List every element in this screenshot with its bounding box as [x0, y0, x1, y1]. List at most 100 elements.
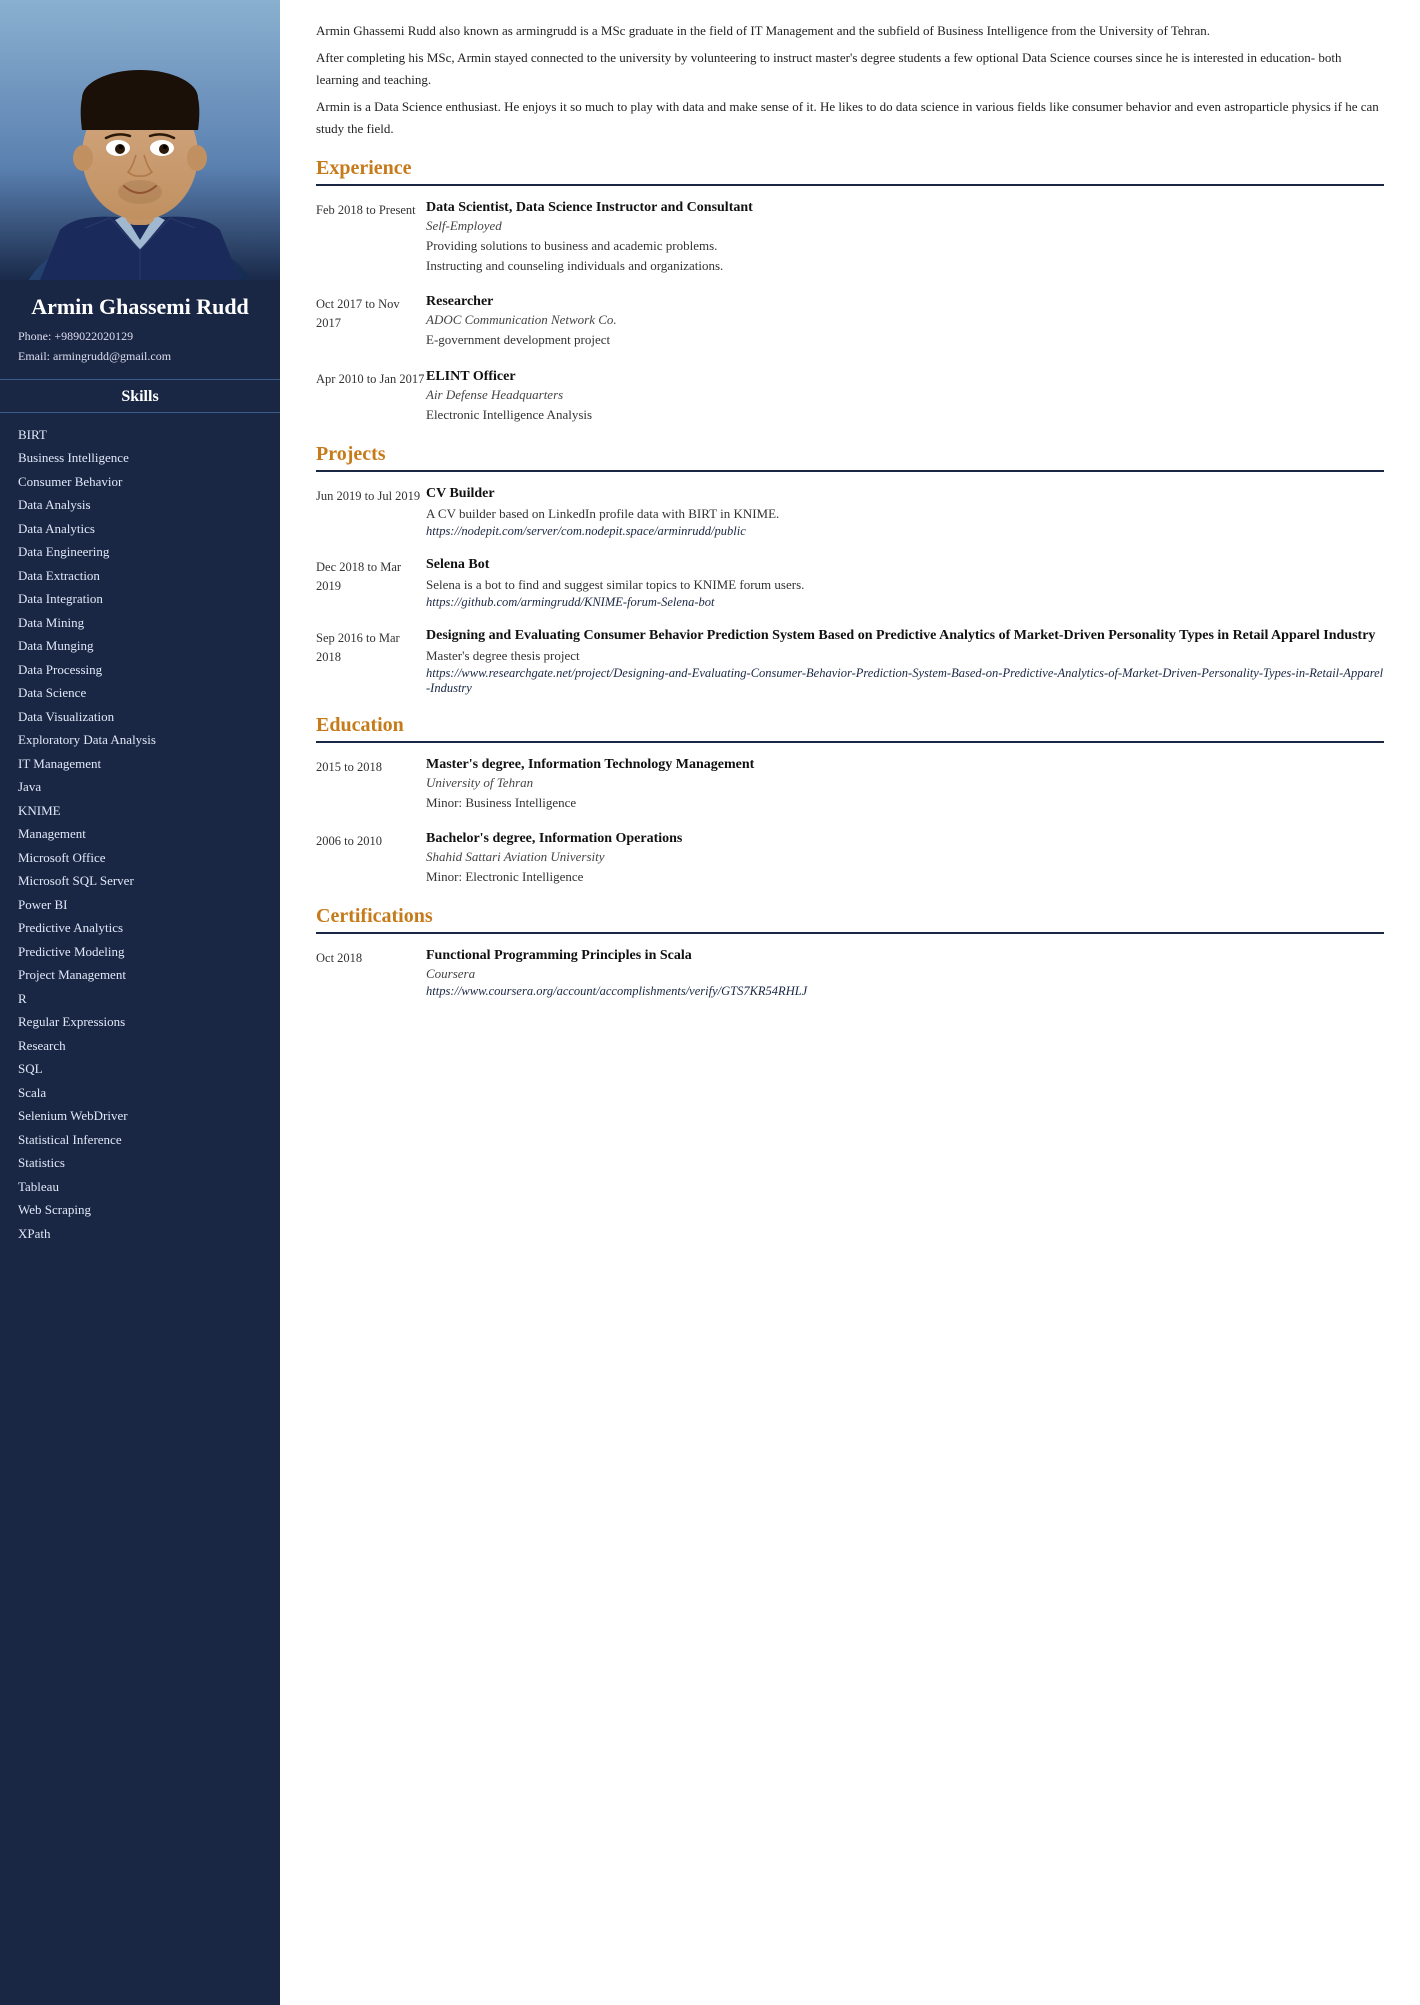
experience-section-header: Experience — [316, 157, 1384, 186]
entry-row: Apr 2010 to Jan 2017ELINT OfficerAir Def… — [316, 369, 1384, 425]
entry-row: Oct 2017 to Nov 2017Researcher ADOC Commu… — [316, 294, 1384, 350]
entry-body: ELINT OfficerAir Defense HeadquartersEle… — [426, 369, 1384, 425]
skill-item: Data Munging — [18, 634, 262, 658]
skill-item: Web Scraping — [18, 1198, 262, 1222]
skill-item: Tableau — [18, 1175, 262, 1199]
entry-body: CV Builder A CV builder based on LinkedIn… — [426, 486, 1384, 539]
bio-paragraph-3: Armin is a Data Science enthusiast. He e… — [316, 96, 1384, 139]
entry-link[interactable]: https://www.coursera.org/account/accompl… — [426, 984, 1384, 999]
entry-body: Functional Programming Principles in Sca… — [426, 948, 1384, 999]
skill-item: Power BI — [18, 893, 262, 917]
skill-item: Statistical Inference — [18, 1128, 262, 1152]
skill-item: IT Management — [18, 752, 262, 776]
entry-subtitle: ADOC Communication Network Co. — [426, 312, 1384, 328]
skill-item: Business Intelligence — [18, 446, 262, 470]
entry-body: Master's degree, Information Technology … — [426, 757, 1384, 813]
entry-date: Oct 2017 to Nov 2017 — [316, 294, 426, 350]
entry-row: Sep 2016 to Mar 2018Designing and Evalua… — [316, 628, 1384, 696]
sidebar: Armin Ghassemi Rudd Phone: +989022020129… — [0, 0, 280, 2005]
skill-item: Data Visualization — [18, 705, 262, 729]
entry-row: 2015 to 2018Master's degree, Information… — [316, 757, 1384, 813]
bio-paragraph-2: After completing his MSc, Armin stayed c… — [316, 47, 1384, 90]
person-name: Armin Ghassemi Rudd — [21, 280, 259, 326]
certifications-section-header: Certifications — [316, 905, 1384, 934]
profile-photo-container — [0, 0, 280, 280]
entry-title: Master's degree, Information Technology … — [426, 757, 1384, 773]
projects-entries: Jun 2019 to Jul 2019CV BuilderA CV build… — [316, 486, 1384, 696]
entry-date: Dec 2018 to Mar 2019 — [316, 557, 426, 610]
bio-section: Armin Ghassemi Rudd also known as arming… — [316, 20, 1384, 139]
skill-item: Predictive Analytics — [18, 916, 262, 940]
skill-item: Data Integration — [18, 587, 262, 611]
skill-item: R — [18, 987, 262, 1011]
entry-body: Researcher ADOC Communication Network Co.… — [426, 294, 1384, 350]
skill-item: Microsoft Office — [18, 846, 262, 870]
skills-list: BIRTBusiness IntelligenceConsumer Behavi… — [0, 417, 280, 1264]
entry-title: Bachelor's degree, Information Operation… — [426, 831, 1384, 847]
phone-label: Phone: — [18, 329, 51, 343]
skill-item: Statistics — [18, 1151, 262, 1175]
profile-photo — [0, 0, 280, 280]
entry-desc: E-government development project — [426, 330, 1384, 350]
entry-body: Selena Bot Selena is a bot to find and su… — [426, 557, 1384, 610]
certifications-entries: Oct 2018Functional Programming Principle… — [316, 948, 1384, 999]
skill-item: Data Mining — [18, 611, 262, 635]
skill-item: Research — [18, 1034, 262, 1058]
entry-title: Data Scientist, Data Science Instructor … — [426, 200, 1384, 216]
skill-item: Java — [18, 775, 262, 799]
entry-subtitle: Shahid Sattari Aviation University — [426, 849, 1384, 865]
entry-body: Data Scientist, Data Science Instructor … — [426, 200, 1384, 276]
skill-item: Predictive Modeling — [18, 940, 262, 964]
entry-body: Designing and Evaluating Consumer Behavi… — [426, 628, 1384, 696]
email-label: Email: — [18, 349, 50, 363]
entry-date: Apr 2010 to Jan 2017 — [316, 369, 426, 425]
skill-item: Project Management — [18, 963, 262, 987]
entry-body: Bachelor's degree, Information Operation… — [426, 831, 1384, 887]
entry-desc: Minor: Electronic Intelligence — [426, 867, 1384, 887]
entry-title: ELINT Officer — [426, 369, 1384, 385]
skill-item: Microsoft SQL Server — [18, 869, 262, 893]
entry-desc: Minor: Business Intelligence — [426, 793, 1384, 813]
skill-item: Data Analytics — [18, 517, 262, 541]
phone-line: Phone: +989022020129 — [18, 326, 262, 346]
entry-title: Functional Programming Principles in Sca… — [426, 948, 1384, 964]
skill-item: Regular Expressions — [18, 1010, 262, 1034]
entry-link[interactable]: https://github.com/armingrudd/KNIME-foru… — [426, 595, 1384, 610]
entry-title: Designing and Evaluating Consumer Behavi… — [426, 628, 1384, 644]
entry-subtitle: Coursera — [426, 966, 1384, 982]
skill-item: Data Extraction — [18, 564, 262, 588]
entry-date: 2006 to 2010 — [316, 831, 426, 887]
skill-item: KNIME — [18, 799, 262, 823]
entry-date: Sep 2016 to Mar 2018 — [316, 628, 426, 696]
entry-row: Feb 2018 to PresentData Scientist, Data … — [316, 200, 1384, 276]
skill-item: Selenium WebDriver — [18, 1104, 262, 1128]
entry-row: 2006 to 2010Bachelor's degree, Informati… — [316, 831, 1384, 887]
main-content: Armin Ghassemi Rudd also known as arming… — [280, 0, 1420, 2005]
skill-item: Exploratory Data Analysis — [18, 728, 262, 752]
skill-item: Data Science — [18, 681, 262, 705]
entry-desc: Electronic Intelligence Analysis — [426, 405, 1384, 425]
resume-page: Armin Ghassemi Rudd Phone: +989022020129… — [0, 0, 1420, 2005]
entry-title: Selena Bot — [426, 557, 1384, 573]
projects-section-header: Projects — [316, 443, 1384, 472]
skill-item: XPath — [18, 1222, 262, 1246]
entry-desc: A CV builder based on LinkedIn profile d… — [426, 504, 1384, 524]
entry-link[interactable]: https://nodepit.com/server/com.nodepit.s… — [426, 524, 1384, 539]
bio-paragraph-1: Armin Ghassemi Rudd also known as arming… — [316, 20, 1384, 41]
entry-link[interactable]: https://www.researchgate.net/project/Des… — [426, 666, 1384, 696]
entry-row: Dec 2018 to Mar 2019Selena Bot Selena is … — [316, 557, 1384, 610]
skill-item: Scala — [18, 1081, 262, 1105]
contact-info: Phone: +989022020129 Email: armingrudd@g… — [0, 326, 280, 379]
entry-row: Oct 2018Functional Programming Principle… — [316, 948, 1384, 999]
entry-date: 2015 to 2018 — [316, 757, 426, 813]
entry-title: Researcher — [426, 294, 1384, 310]
entry-date: Feb 2018 to Present — [316, 200, 426, 276]
entry-desc: Selena is a bot to find and suggest simi… — [426, 575, 1384, 595]
entry-date: Oct 2018 — [316, 948, 426, 999]
skill-item: SQL — [18, 1057, 262, 1081]
entry-title: CV Builder — [426, 486, 1384, 502]
entry-subtitle: University of Tehran — [426, 775, 1384, 791]
entry-row: Jun 2019 to Jul 2019CV BuilderA CV build… — [316, 486, 1384, 539]
skill-item: Data Analysis — [18, 493, 262, 517]
photo-svg — [0, 0, 280, 280]
